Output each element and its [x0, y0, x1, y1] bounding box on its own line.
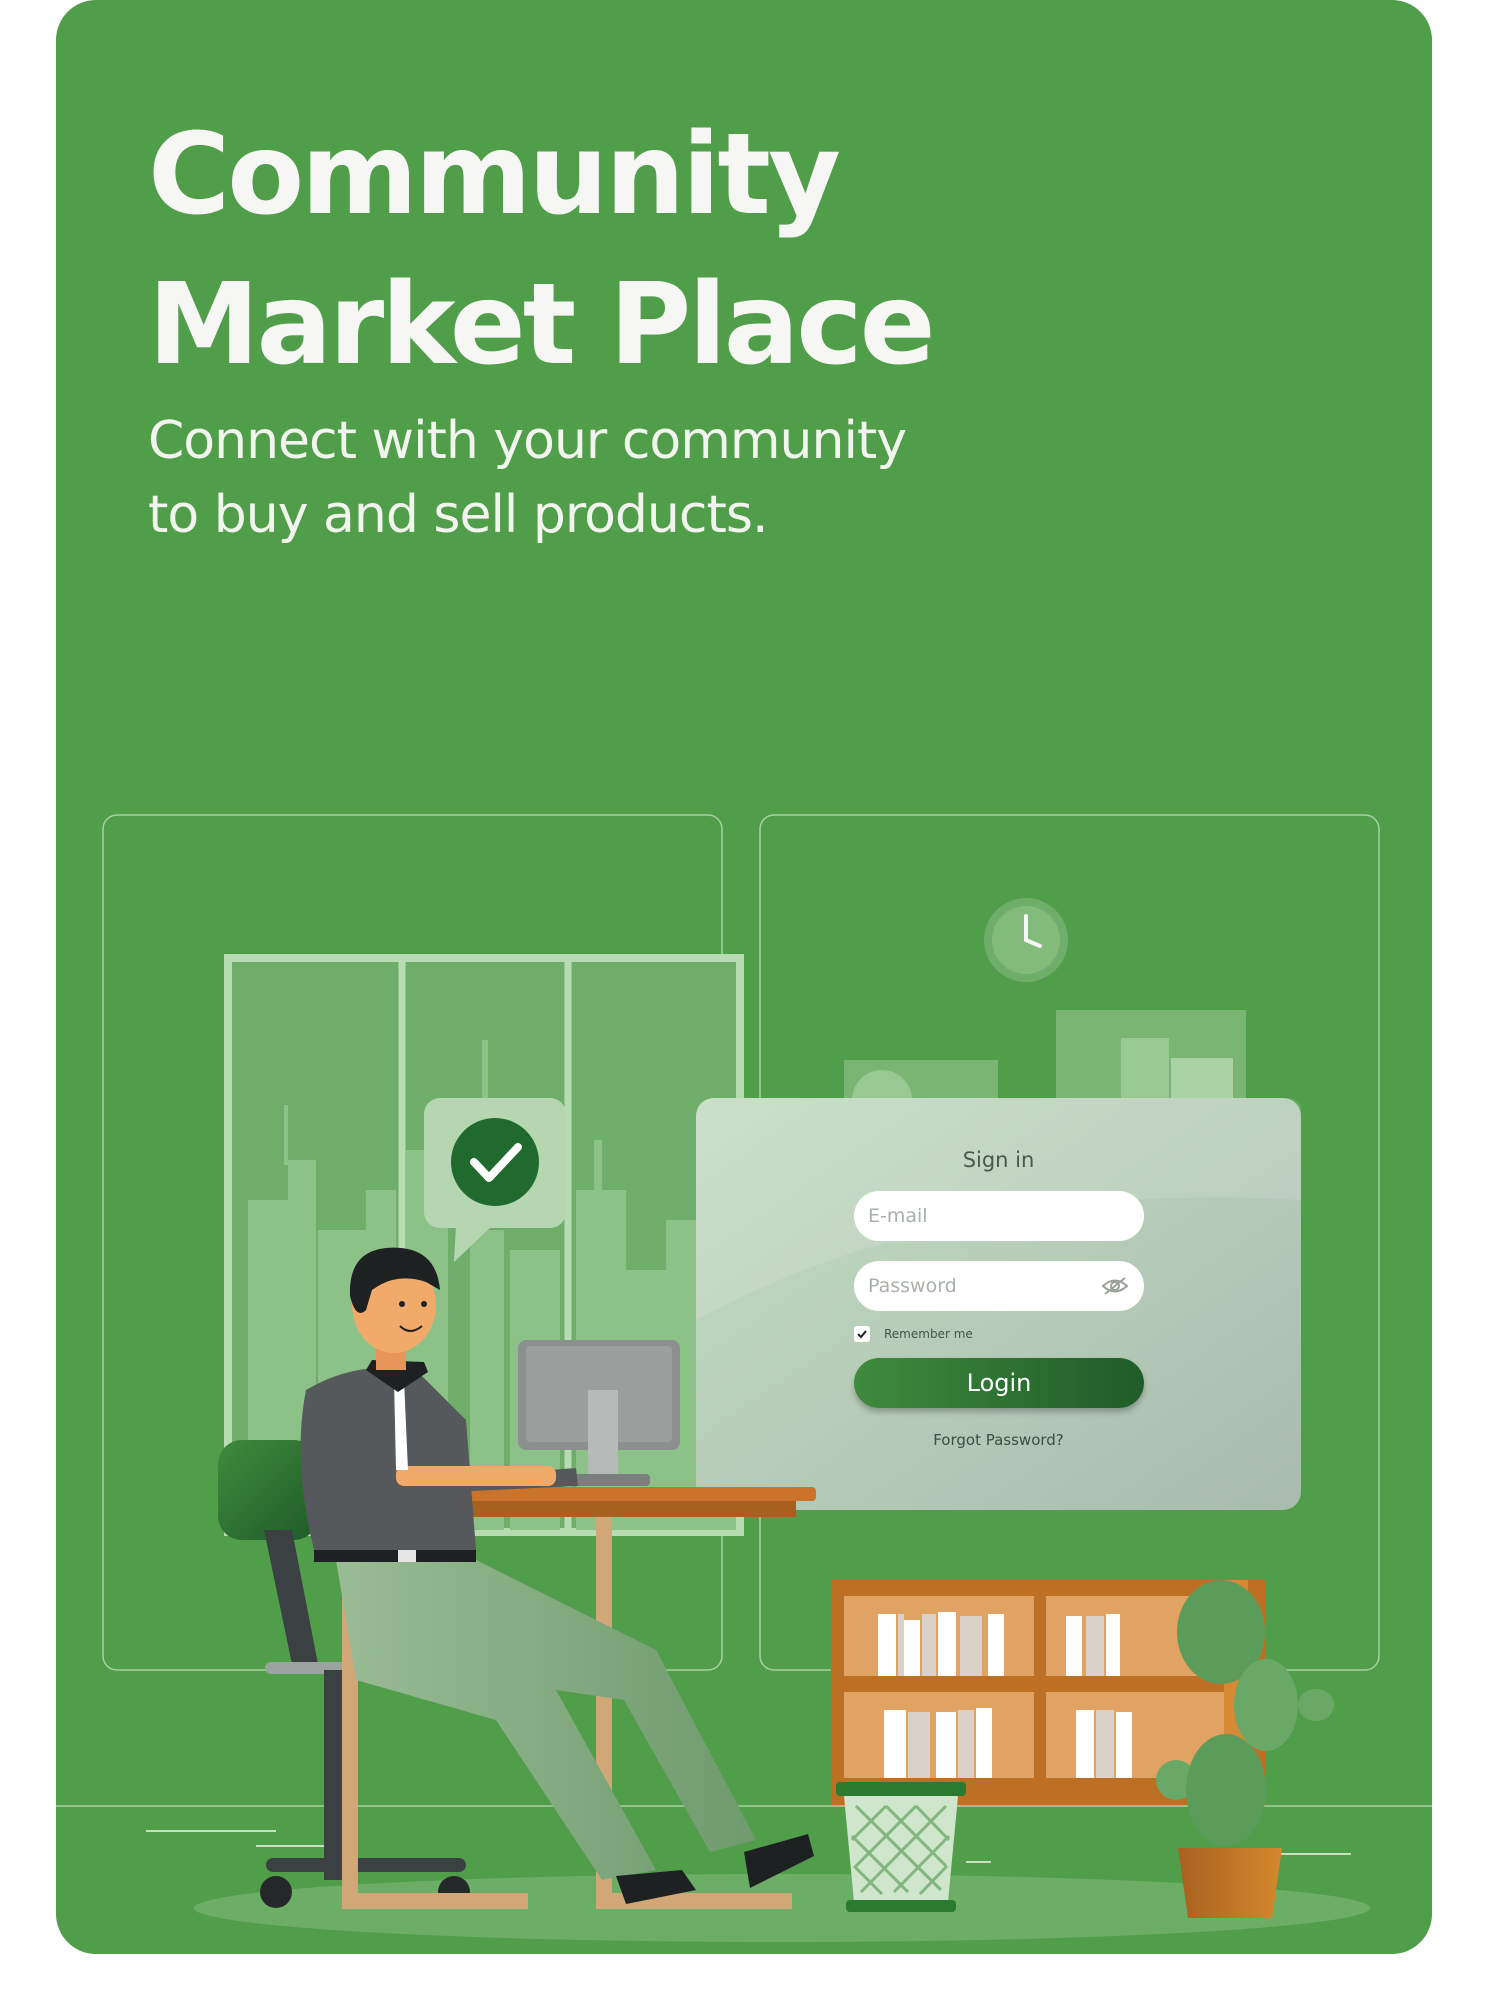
email-placeholder: E-mail — [868, 1205, 928, 1227]
sign-in-title: Sign in — [962, 1148, 1035, 1172]
remember-checkbox[interactable] — [854, 1326, 870, 1342]
email-field[interactable]: E-mail — [854, 1191, 1144, 1241]
password-field[interactable]: Password — [854, 1261, 1144, 1311]
wastebasket — [836, 1782, 966, 1912]
login-button[interactable]: Login — [854, 1358, 1144, 1408]
clock-icon — [984, 898, 1068, 982]
checkbox-check-icon — [857, 1330, 867, 1339]
office-illustration — [56, 814, 1432, 1942]
forgot-password-link[interactable]: Forgot Password? — [696, 1431, 1301, 1449]
remember-label: Remember me — [884, 1327, 973, 1341]
hero-card: Community Market Place Connect with your… — [56, 0, 1432, 1954]
sign-in-panel: Sign in E-mail Password Remember me Logi… — [696, 1098, 1301, 1510]
check-icon — [451, 1118, 539, 1206]
password-placeholder: Password — [868, 1275, 957, 1297]
eye-slash-icon[interactable] — [1100, 1275, 1130, 1297]
remember-me[interactable]: Remember me — [854, 1326, 973, 1342]
